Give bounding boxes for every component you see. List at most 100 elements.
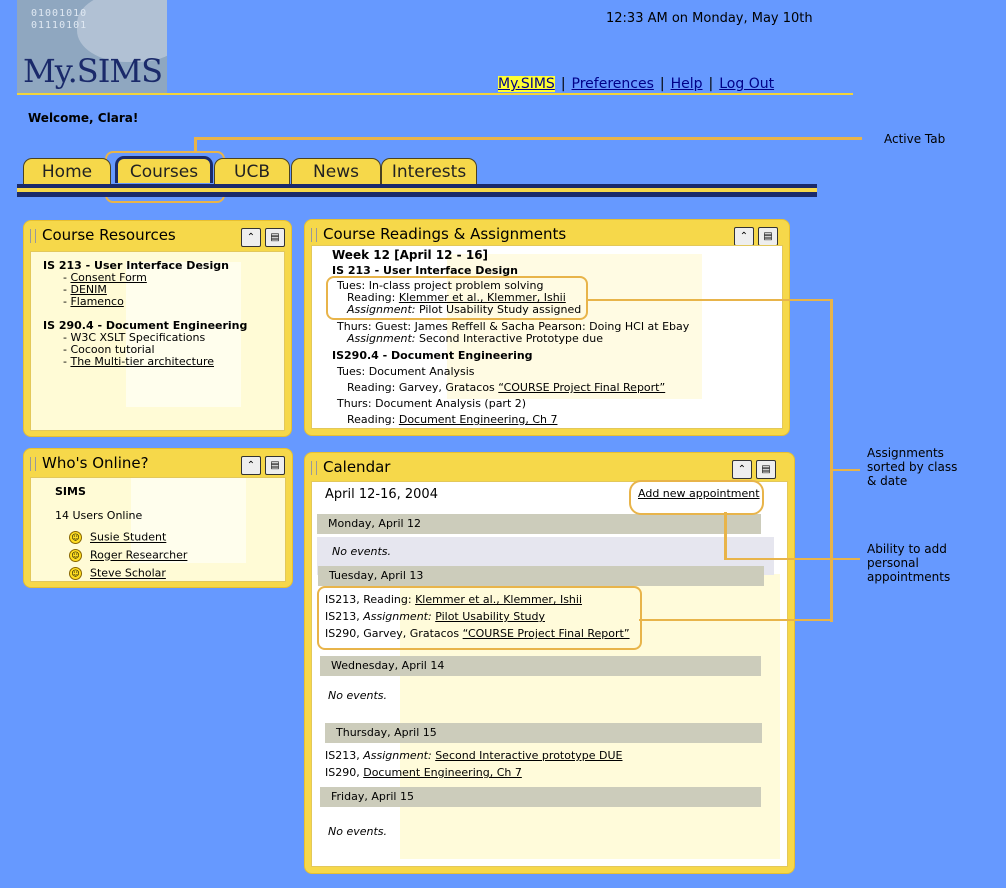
clock: 12:33 AM on Monday, May 10th [606, 11, 813, 26]
calendar-day-header: Friday, April 15 [320, 787, 761, 807]
tab-home[interactable]: Home [23, 158, 111, 184]
reading-link[interactable]: Document Engineering, Ch 7 [399, 413, 558, 426]
session-label: Tues: Document Analysis [337, 365, 475, 378]
logo-bits-line: 01001010 [31, 8, 88, 19]
collapse-icon[interactable]: ⌃ [241, 228, 261, 247]
annotation-line: appointments [867, 570, 951, 584]
drag-handle-icon[interactable] [30, 228, 36, 243]
panel-title: Calendar [311, 456, 390, 478]
panel-body: IS 213 - User Interface Design - Consent… [30, 251, 285, 431]
panel-title-text: Course Readings & Assignments [323, 225, 567, 243]
event-link[interactable]: Second Interactive prototype DUE [435, 749, 622, 762]
drag-handle-icon[interactable] [30, 456, 36, 471]
resource-link[interactable]: Flamenco [70, 295, 123, 308]
tab-ucb[interactable]: UCB [214, 158, 290, 184]
logo-binary: 01001010 01110101 [31, 8, 87, 32]
annotation-line-active-tab [195, 137, 862, 140]
nav-preferences[interactable]: Preferences [572, 76, 654, 92]
calendar-day-header: Thursday, April 15 [325, 723, 762, 743]
calendar-day-header: Tuesday, April 13 [318, 566, 764, 586]
tab-courses[interactable]: Courses [115, 156, 213, 183]
annotation-box-add-appointment [629, 480, 764, 515]
annotation-box-assignment [326, 276, 588, 320]
reading-label: Reading: [347, 413, 396, 426]
smiley-icon: ☺ [69, 531, 82, 544]
trash-icon[interactable]: ▤ [758, 227, 778, 246]
annotation-connector [830, 299, 833, 622]
panel-body: Week 12 [April 12 - 16] IS 213 - User In… [311, 245, 783, 429]
nav-separator: | [708, 76, 714, 92]
whos-online-panel: Who's Online? ⌃ ▤ SIMS 14 Users Online ☺ S… [23, 448, 293, 588]
panel-title-text: Calendar [323, 458, 391, 476]
panel-body: SIMS 14 Users Online ☺ Susie Student ☺ Rog… [30, 477, 286, 582]
panel-title-text: Course Resources [42, 226, 176, 244]
online-count: 14 Users Online [55, 509, 143, 522]
nav-separator: | [659, 76, 665, 92]
no-events: No events. [332, 545, 392, 558]
drag-handle-icon[interactable] [311, 460, 317, 475]
annotation-assignments: Assignments sorted by class & date [867, 446, 957, 488]
tab-news[interactable]: News [291, 158, 381, 184]
annotation-connector [724, 558, 860, 560]
assignment-text: Second Interactive Prototype due [418, 332, 603, 345]
smiley-icon: ☺ [69, 567, 82, 580]
week-heading: Week 12 [April 12 - 16] [332, 248, 489, 262]
annotation-connector [830, 469, 860, 471]
panel-title: Who's Online? [30, 452, 149, 474]
drag-handle-icon[interactable] [311, 227, 317, 242]
annotation-connector [586, 299, 832, 301]
annotation-line: Assignments [867, 446, 944, 460]
nav-logout[interactable]: Log Out [719, 76, 774, 92]
annotation-active-tab: Active Tab [884, 132, 946, 146]
reading-label: Reading: [347, 381, 396, 394]
tab-bar-stripe [17, 192, 817, 197]
assignment-label: Assignment: [347, 332, 416, 345]
trash-icon[interactable]: ▤ [265, 456, 285, 475]
trash-icon[interactable]: ▤ [265, 228, 285, 247]
nav-help[interactable]: Help [671, 76, 703, 92]
annotation-line-active-tab-down [194, 137, 197, 152]
annotation-connector [724, 512, 727, 560]
user-link[interactable]: Roger Researcher [90, 549, 187, 562]
logo-brand-text: My.SIMS [23, 52, 163, 90]
panel-title: Course Readings & Assignments [311, 223, 566, 245]
annotation-line: Ability to add [867, 542, 947, 556]
smiley-icon: ☺ [69, 549, 82, 562]
tab-interests[interactable]: Interests [381, 158, 477, 184]
header-divider [17, 93, 853, 95]
mysims-logo[interactable]: 01001010 01110101 My.SIMS [17, 0, 167, 94]
nav-mysims[interactable]: My.SIMS [498, 76, 555, 92]
calendar-range: April 12-16, 2004 [325, 487, 438, 502]
reading-link[interactable]: “COURSE Project Final Report” [498, 381, 665, 394]
annotation-line: & date [867, 474, 908, 488]
no-events: No events. [328, 825, 388, 838]
online-user: ☺ Roger Researcher [69, 549, 187, 562]
annotation-line: personal [867, 556, 919, 570]
calendar-day-header: Monday, April 12 [317, 514, 761, 534]
top-nav: My.SIMS | Preferences | Help | Log Out [498, 76, 774, 92]
no-events: No events. [328, 689, 388, 702]
event-link[interactable]: Document Engineering, Ch 7 [363, 766, 522, 779]
session-label: Thurs: Document Analysis (part 2) [337, 397, 527, 410]
panel-body: April 12-16, 2004 Add new appointment Mo… [311, 481, 788, 867]
course-heading: IS290.4 - Document Engineering [332, 349, 533, 362]
logo-bits-line: 01110101 [31, 20, 88, 31]
online-user: ☺ Susie Student [69, 531, 166, 544]
resource-link[interactable]: The Multi-tier architecture [70, 355, 214, 368]
panel-title-text: Who's Online? [42, 454, 149, 472]
annotation-connector [639, 619, 833, 621]
collapse-icon[interactable]: ⌃ [241, 456, 261, 475]
nav-separator: | [560, 76, 566, 92]
readings-panel: Course Readings & Assignments ⌃ ▤ Week 12… [304, 219, 790, 436]
trash-icon[interactable]: ▤ [756, 460, 776, 479]
reading-text: Garvey, Gratacos [398, 381, 495, 394]
user-link[interactable]: Steve Scholar [90, 567, 166, 580]
event-text: IS290, [325, 766, 360, 779]
welcome-message: Welcome, Clara! [28, 111, 139, 125]
annotation-line: sorted by class [867, 460, 958, 474]
user-link[interactable]: Susie Student [90, 531, 166, 544]
collapse-icon[interactable]: ⌃ [734, 227, 754, 246]
calendar-panel: Calendar ⌃ ▤ April 12-16, 2004 Add new ap… [304, 452, 795, 874]
collapse-icon[interactable]: ⌃ [732, 460, 752, 479]
event-text: IS213, [325, 749, 360, 762]
